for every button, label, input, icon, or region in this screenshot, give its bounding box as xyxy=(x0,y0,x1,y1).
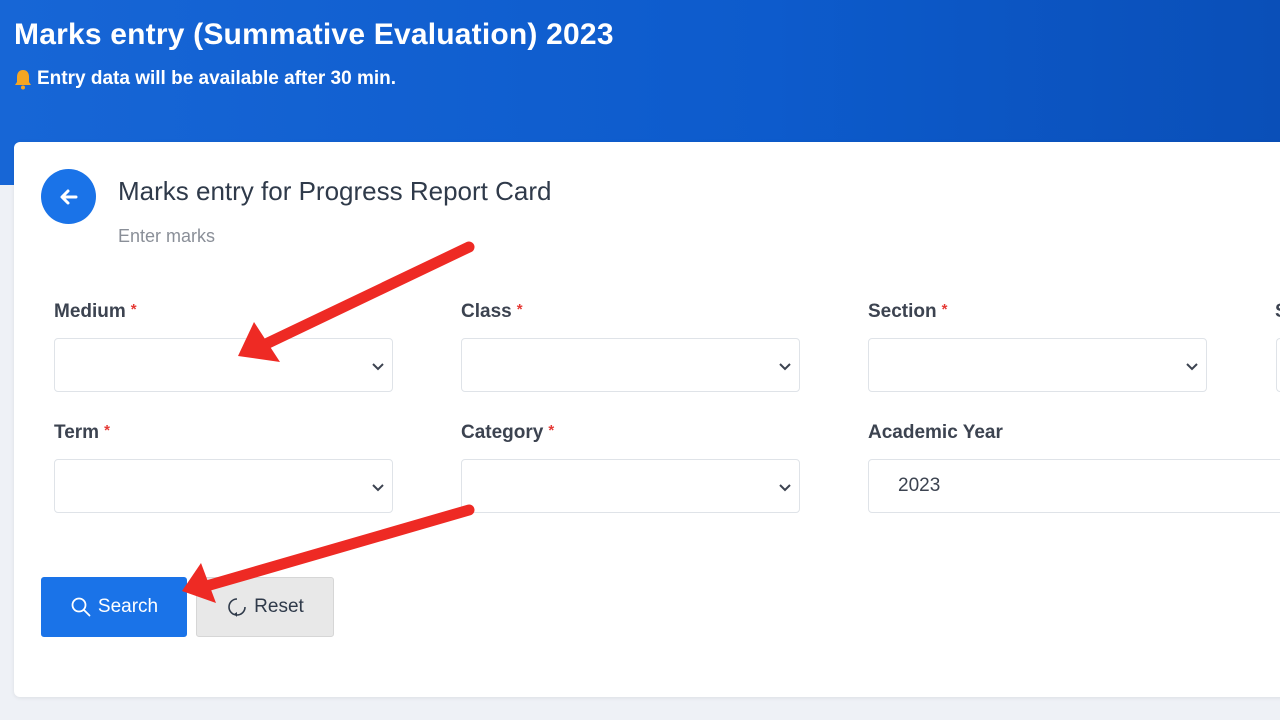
required-marker: * xyxy=(130,301,137,318)
required-marker: * xyxy=(548,422,555,439)
category-label: Category * xyxy=(461,422,554,444)
availability-note-text: Entry data will be available after 30 mi… xyxy=(37,68,397,89)
class-label: Class * xyxy=(461,301,523,323)
section-select[interactable] xyxy=(868,338,1207,392)
bell-icon xyxy=(15,70,31,90)
card-title: Marks entry for Progress Report Card xyxy=(118,176,552,206)
back-button[interactable] xyxy=(41,169,96,224)
availability-note: Entry data will be available after 30 mi… xyxy=(13,68,396,90)
medium-select[interactable] xyxy=(54,338,393,392)
academic-year-input[interactable] xyxy=(868,459,1280,513)
search-button[interactable]: Search xyxy=(41,577,187,637)
chevron-down-icon xyxy=(372,484,384,492)
page-title: Marks entry (Summative Evaluation) 2023 xyxy=(14,18,614,51)
medium-label-text: Medium xyxy=(54,301,126,322)
card-subtitle: Enter marks xyxy=(118,226,216,246)
academic-year-label: Academic Year xyxy=(868,422,1003,443)
reset-button-label: Reset xyxy=(254,596,304,617)
reset-button[interactable]: Reset xyxy=(196,577,334,637)
category-select[interactable] xyxy=(461,459,800,513)
term-label: Term * xyxy=(54,422,110,444)
term-select[interactable] xyxy=(54,459,393,513)
chevron-down-icon xyxy=(372,363,384,371)
required-marker: * xyxy=(941,301,948,318)
class-label-text: Class xyxy=(461,301,512,322)
section-label: Section * xyxy=(868,301,947,323)
class-select[interactable] xyxy=(461,338,800,392)
search-button-label: Search xyxy=(97,596,159,617)
category-label-text: Category xyxy=(461,422,544,443)
chevron-down-icon xyxy=(779,363,791,371)
required-marker: * xyxy=(104,422,110,439)
medium-label: Medium * xyxy=(54,301,137,323)
term-label-text: Term xyxy=(54,422,100,443)
refresh-icon xyxy=(228,598,246,617)
arrow-left-icon xyxy=(60,189,77,204)
required-marker: * xyxy=(516,301,523,318)
chevron-down-icon xyxy=(779,484,791,492)
partial-field-label: S xyxy=(1275,301,1280,323)
partial-select[interactable] xyxy=(1276,338,1280,392)
section-label-text: Section xyxy=(868,301,937,322)
chevron-down-icon xyxy=(1186,363,1198,371)
search-icon xyxy=(71,597,91,617)
